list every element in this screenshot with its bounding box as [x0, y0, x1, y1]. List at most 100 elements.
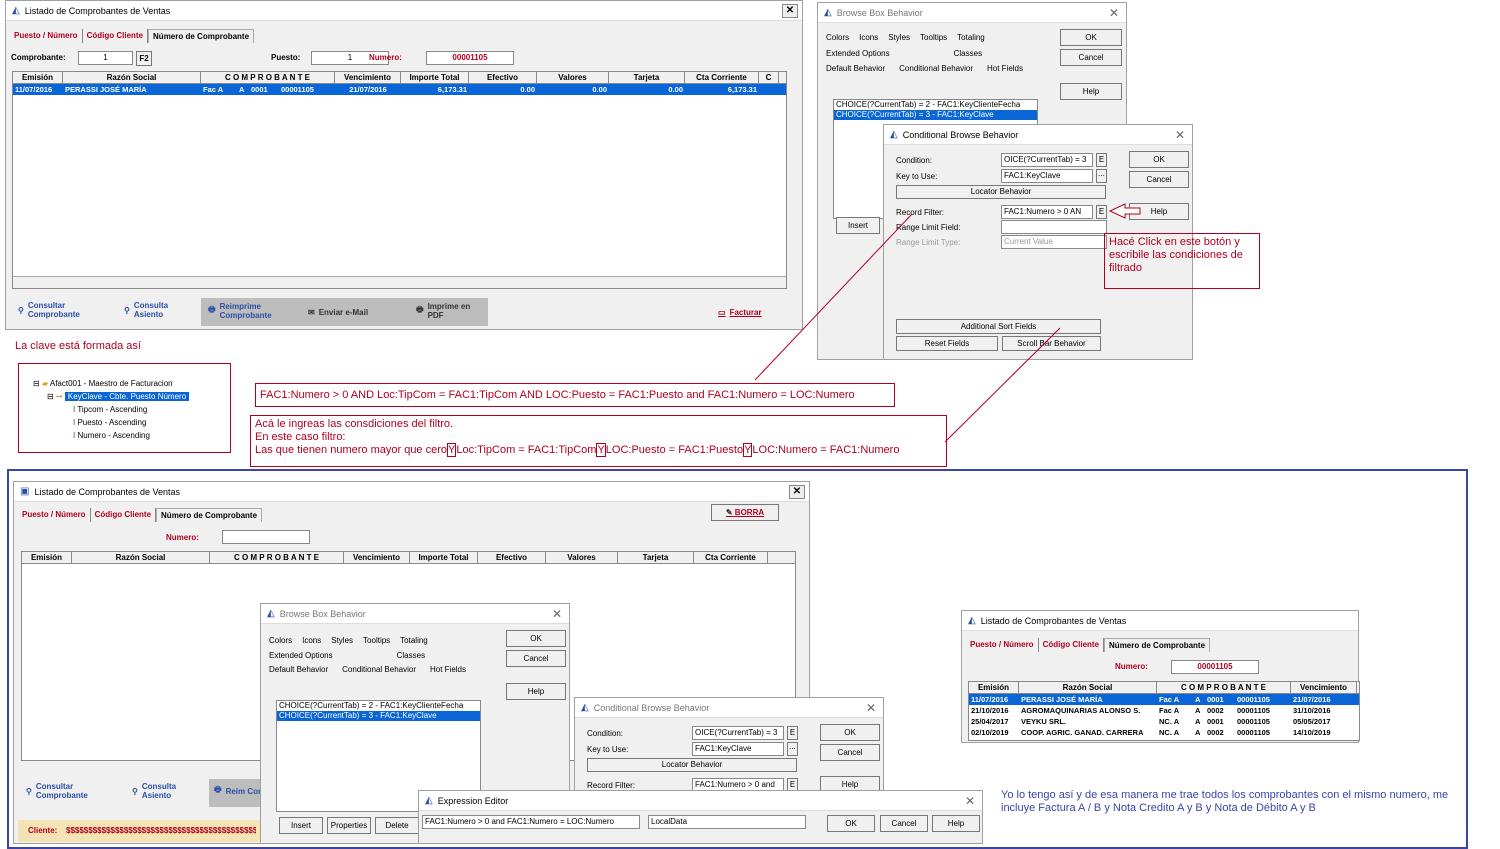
tab-default[interactable]: Default Behavior — [269, 665, 328, 674]
col-importe[interactable]: Importe Total — [401, 72, 469, 83]
tab-codigo[interactable]: Código Cliente — [83, 29, 149, 43]
cancel-button[interactable]: Cancel — [880, 815, 928, 832]
tab-tooltips[interactable]: Tooltips — [363, 636, 390, 645]
tab-colors[interactable]: Colors — [269, 636, 292, 645]
tree-item[interactable]: I Numero - Ascending — [33, 429, 230, 442]
table-row[interactable]: 11/07/2016 PERASSI JOSÉ MARÍA Fac A A 0001 00… — [969, 694, 1359, 705]
list-item[interactable]: CHOICE(?CurrentTab) = 3 - FAC1:KeyClave — [834, 110, 1037, 120]
col-emision[interactable]: Emisión — [13, 72, 63, 83]
tab-conditional[interactable]: Conditional Behavior — [342, 665, 416, 674]
key-lookup-button[interactable]: ... — [787, 742, 798, 756]
numero-field[interactable]: 00001105 — [1171, 660, 1259, 674]
list-item[interactable]: CHOICE(?CurrentTab) = 2 - FAC1:KeyClient… — [834, 100, 1037, 110]
e-button[interactable]: E — [787, 726, 798, 740]
close-button[interactable]: ✕ — [1106, 6, 1122, 20]
tree-item[interactable]: ⊟ ▰ Afact001 - Maestro de Facturacion — [33, 377, 230, 390]
ok-button[interactable]: OK — [1129, 151, 1189, 168]
tab-hotfields[interactable]: Hot Fields — [987, 64, 1023, 73]
comprobante-field[interactable]: 1 — [78, 51, 133, 65]
table-row[interactable]: 02/10/2019 COOP. AGRIC. GANAD. CARRERA NC.… — [969, 727, 1359, 738]
tab-classes[interactable]: Classes — [954, 49, 982, 58]
expression-input[interactable]: FAC1:Numero > 0 and FAC1:Numero = LOC:Nu… — [422, 815, 640, 829]
table-row[interactable]: 11/07/2016 PERASSI JOSÉ MARÍA Fac A A 00… — [13, 84, 786, 95]
condition-field[interactable]: OICE(?CurrentTab) = 3 — [1001, 153, 1093, 167]
consulta-asiento-button[interactable]: ⚲ Consulta Asiento — [132, 782, 207, 800]
tab-puesto[interactable]: Puesto / Número — [18, 508, 91, 522]
list-item[interactable]: CHOICE(?CurrentTab) = 3 - FAC1:KeyClave — [277, 711, 480, 721]
close-button[interactable]: ✕ — [962, 794, 978, 808]
tab-extended[interactable]: Extended Options — [826, 49, 890, 58]
tab-hotfields[interactable]: Hot Fields — [430, 665, 466, 674]
hscrollbar[interactable] — [13, 276, 786, 288]
cancel-button[interactable]: Cancel — [1129, 171, 1189, 188]
col-efectivo[interactable]: Efectivo — [469, 72, 537, 83]
borra-button[interactable]: ✎ BORRA — [711, 504, 779, 521]
key-lookup-button[interactable]: ... — [1096, 169, 1107, 183]
tab-icons[interactable]: Icons — [302, 636, 321, 645]
tab-icons[interactable]: Icons — [859, 33, 878, 42]
locator-button[interactable]: Locator Behavior — [896, 185, 1106, 199]
tab-totaling[interactable]: Totaling — [957, 33, 985, 42]
close-button[interactable]: ✕ — [549, 607, 565, 621]
pdf-button[interactable]: 🖶 Imprime en PDF — [416, 302, 486, 320]
e-button[interactable]: E — [1096, 153, 1107, 167]
table-row[interactable]: 21/10/2016 AGROMAQUINARIAS ALONSO S. Fac A… — [969, 705, 1359, 716]
tree-item[interactable]: ⊟ ⊸ KeyClave - Cbte. Puesto Número — [33, 390, 230, 403]
ok-button[interactable]: OK — [1060, 29, 1122, 46]
tab-codigo[interactable]: Código Cliente — [91, 508, 157, 522]
help-button[interactable]: Help — [932, 815, 980, 832]
condition-field[interactable]: OICE(?CurrentTab) = 3 — [692, 726, 784, 740]
delete-button[interactable]: Delete — [375, 817, 419, 834]
tab-styles[interactable]: Styles — [888, 33, 910, 42]
tab-totaling[interactable]: Totaling — [400, 636, 428, 645]
locator-button[interactable]: Locator Behavior — [587, 758, 797, 772]
numero-field[interactable] — [222, 530, 310, 544]
col-c[interactable]: C — [759, 72, 779, 83]
list-item[interactable]: CHOICE(?CurrentTab) = 2 - FAC1:KeyClient… — [277, 701, 480, 711]
close-button[interactable]: ✕ — [1172, 128, 1188, 142]
f2-button[interactable]: F2 — [136, 51, 152, 66]
col-tarjeta[interactable]: Tarjeta — [609, 72, 685, 83]
ok-button[interactable]: OK — [820, 724, 880, 741]
col-vencimiento[interactable]: Vencimiento — [335, 72, 401, 83]
cancel-button[interactable]: Cancel — [820, 744, 880, 761]
col-razon[interactable]: Razón Social — [63, 72, 201, 83]
tab-puesto[interactable]: Puesto / Número — [966, 638, 1039, 652]
table-row[interactable]: 25/04/2017 VEYKU SRL. NC. A A 0001 00001105 05… — [969, 716, 1359, 727]
reimprime-button[interactable]: 🖶 Reimprime Comprobante — [208, 302, 298, 320]
tab-default[interactable]: Default Behavior — [826, 64, 885, 73]
col-valores[interactable]: Valores — [537, 72, 609, 83]
ok-button[interactable]: OK — [506, 630, 566, 647]
help-button[interactable]: Help — [506, 683, 566, 700]
localdata-select[interactable]: LocalData — [648, 815, 806, 829]
close-button[interactable]: ✕ — [782, 3, 798, 18]
comprobantes-grid[interactable]: Emisión Razón Social C O M P R O B A N T… — [12, 71, 787, 289]
consulta-asiento-button[interactable]: ⚲ Consulta Asiento — [124, 301, 199, 319]
properties-button[interactable]: Properties — [327, 817, 371, 834]
tab-classes[interactable]: Classes — [397, 651, 425, 660]
tab-puesto[interactable]: Puesto / Número — [10, 29, 83, 43]
tab-numero[interactable]: Número de Comprobante — [1104, 638, 1211, 652]
close-button[interactable]: ✕ — [863, 701, 879, 715]
tree-item[interactable]: I Puesto - Ascending — [33, 416, 230, 429]
help-button[interactable]: Help — [1060, 83, 1122, 100]
consultar-button[interactable]: ⚲ Consultar Comprobante — [18, 301, 113, 319]
cancel-button[interactable]: Cancel — [1060, 49, 1122, 66]
close-button[interactable]: ✕ — [789, 484, 805, 499]
ok-button[interactable]: OK — [827, 815, 875, 832]
comprobantes-grid[interactable]: Emisión Razón Social C O M P R O B A N T… — [968, 681, 1360, 741]
cancel-button[interactable]: Cancel — [506, 650, 566, 667]
tab-codigo[interactable]: Código Cliente — [1039, 638, 1105, 652]
tree-item[interactable]: I Tipcom - Ascending — [33, 403, 230, 416]
tab-extended[interactable]: Extended Options — [269, 651, 333, 660]
numero-field[interactable]: 00001105 — [426, 51, 514, 65]
col-cta[interactable]: Cta Corriente — [685, 72, 759, 83]
col-comprobante[interactable]: C O M P R O B A N T E — [201, 72, 335, 83]
tab-numero[interactable]: Número de Comprobante — [148, 29, 255, 43]
consultar-button[interactable]: ⚲ Consultar Comprobante — [26, 782, 121, 800]
tab-styles[interactable]: Styles — [331, 636, 353, 645]
tab-tooltips[interactable]: Tooltips — [920, 33, 947, 42]
key-field[interactable]: FAC1:KeyClave — [692, 742, 784, 756]
tab-conditional[interactable]: Conditional Behavior — [899, 64, 973, 73]
key-field[interactable]: FAC1:KeyClave — [1001, 169, 1093, 183]
